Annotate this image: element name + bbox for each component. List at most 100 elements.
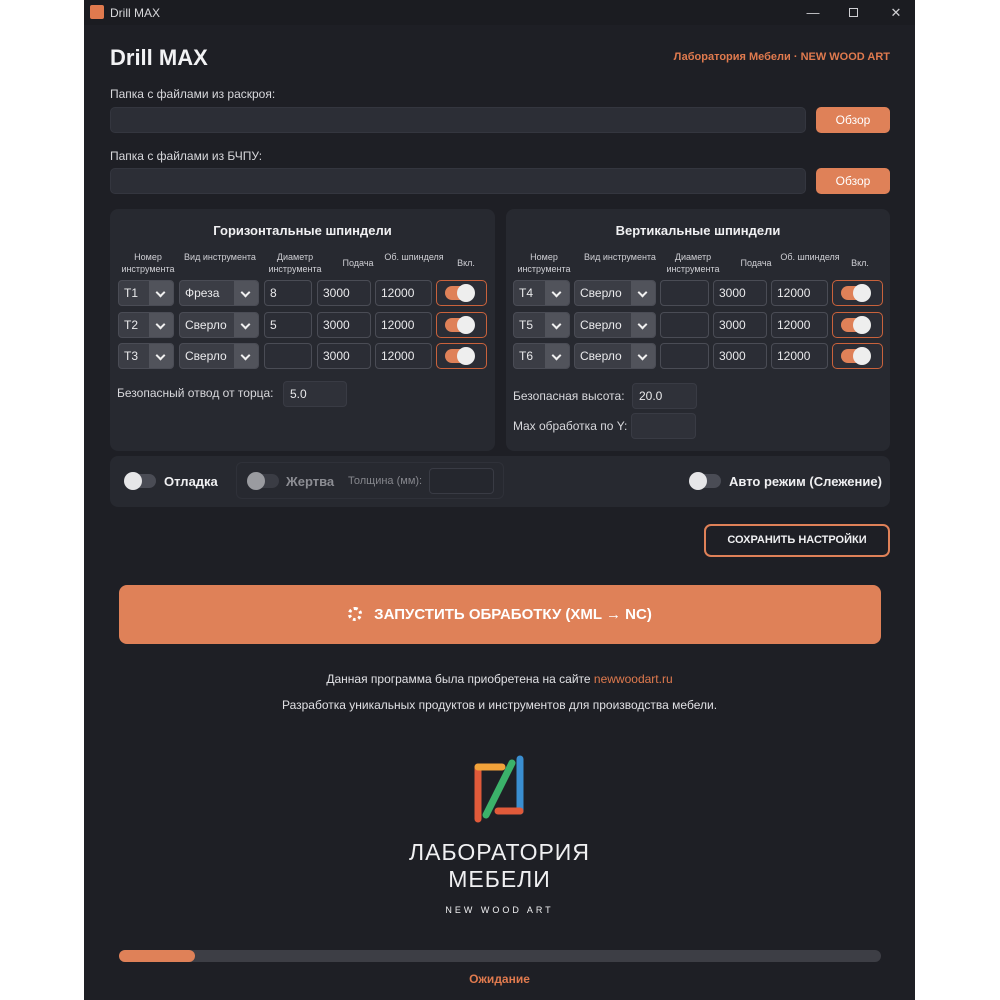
enable-toggle-frame bbox=[832, 280, 883, 306]
horizontal-panel-title: Горизонтальные шпиндели bbox=[213, 223, 392, 238]
feed-input[interactable]: 3000 bbox=[713, 312, 767, 338]
run-processing-label: ЗАПУСТИТЬ ОБРАБОТКУ (XML → NC) bbox=[374, 606, 652, 623]
tool-number-value: T5 bbox=[519, 318, 534, 332]
tool-number-select[interactable]: T4 bbox=[513, 280, 570, 306]
feed-input[interactable]: 3000 bbox=[317, 343, 371, 369]
horizontal-spindles-panel: Горизонтальные шпиндели Номер инструмент… bbox=[110, 209, 495, 451]
enable-toggle[interactable] bbox=[445, 347, 475, 365]
purchase-info: Данная программа была приобретена на сай… bbox=[84, 672, 915, 686]
max-y-input[interactable] bbox=[631, 413, 696, 439]
tool-type-value: Сверло bbox=[580, 349, 622, 363]
col-tool-type: Вид инструмента bbox=[584, 252, 656, 262]
tool-type-select[interactable]: Сверло bbox=[179, 343, 259, 369]
victim-label: Жертва bbox=[286, 474, 335, 489]
enable-toggle-frame bbox=[832, 343, 883, 369]
logo-line-2: МЕБЕЛИ bbox=[448, 866, 551, 892]
tool-type-select[interactable]: Сверло bbox=[179, 312, 259, 338]
enable-toggle-frame bbox=[436, 343, 487, 369]
feed-input[interactable]: 3000 bbox=[317, 312, 371, 338]
gear-icon bbox=[348, 607, 363, 621]
tool-type-value: Сверло bbox=[580, 318, 622, 332]
col-tool-no: Номер инструмента bbox=[517, 252, 571, 274]
vertical-spindles-panel: Вертикальные шпиндели Номер инструмента … bbox=[506, 209, 890, 451]
debug-toggle[interactable] bbox=[124, 472, 156, 490]
enable-toggle[interactable] bbox=[445, 284, 475, 302]
safe-retract-input[interactable]: 5.0 bbox=[283, 381, 347, 407]
close-button[interactable]: ✕ bbox=[881, 3, 911, 22]
cnc-folder-input[interactable] bbox=[110, 168, 806, 194]
col-enabled: Вкл. bbox=[851, 258, 869, 268]
chevron-down-icon bbox=[545, 281, 569, 305]
enable-toggle[interactable] bbox=[841, 347, 871, 365]
diameter-input[interactable] bbox=[264, 343, 312, 369]
chevron-down-icon bbox=[149, 344, 173, 368]
feed-input[interactable]: 3000 bbox=[713, 280, 767, 306]
tool-number-select[interactable]: T1 bbox=[118, 280, 174, 306]
rpm-input[interactable]: 12000 bbox=[375, 280, 432, 306]
run-processing-button[interactable]: ЗАПУСТИТЬ ОБРАБОТКУ (XML → NC) bbox=[119, 585, 881, 644]
cut-folder-input[interactable] bbox=[110, 107, 806, 133]
chevron-down-icon bbox=[234, 281, 258, 305]
auto-mode-toggle[interactable] bbox=[689, 472, 721, 490]
tool-type-select[interactable]: Сверло bbox=[574, 312, 656, 338]
rpm-input[interactable]: 12000 bbox=[375, 312, 432, 338]
tool-number-select[interactable]: T5 bbox=[513, 312, 570, 338]
window-title: Drill MAX bbox=[110, 6, 160, 20]
tool-number-value: T4 bbox=[519, 286, 534, 300]
save-settings-button[interactable]: СОХРАНИТЬ НАСТРОЙКИ bbox=[704, 524, 890, 557]
tool-type-select[interactable]: Фреза bbox=[179, 280, 259, 306]
app-icon bbox=[90, 5, 104, 19]
status-label: Ожидание bbox=[469, 972, 530, 986]
tool-number-select[interactable]: T6 bbox=[513, 343, 570, 369]
chevron-down-icon bbox=[631, 344, 655, 368]
options-panel: Отладка Жертва Толщина (мм): Авто режим … bbox=[110, 456, 890, 507]
feed-input[interactable]: 3000 bbox=[713, 343, 767, 369]
cnc-browse-button[interactable]: Обзор bbox=[816, 168, 890, 194]
tool-type-select[interactable]: Сверло bbox=[574, 280, 656, 306]
maximize-button[interactable] bbox=[838, 3, 868, 22]
safe-height-input[interactable]: 20.0 bbox=[632, 383, 697, 409]
cut-browse-button[interactable]: Обзор bbox=[816, 107, 890, 133]
diameter-input[interactable]: 5 bbox=[264, 312, 312, 338]
tool-type-select[interactable]: Сверло bbox=[574, 343, 656, 369]
cut-folder-label: Папка с файлами из раскроя: bbox=[110, 87, 276, 101]
tool-number-value: T1 bbox=[124, 286, 139, 300]
chevron-down-icon bbox=[234, 344, 258, 368]
rpm-input[interactable]: 12000 bbox=[771, 343, 828, 369]
minimize-button[interactable]: — bbox=[798, 3, 828, 22]
auto-mode-label: Авто режим (Слежение) bbox=[729, 474, 882, 489]
col-tool-type: Вид инструмента bbox=[184, 252, 256, 262]
chevron-down-icon bbox=[631, 313, 655, 337]
rpm-input[interactable]: 12000 bbox=[375, 343, 432, 369]
tool-number-select[interactable]: T2 bbox=[118, 312, 174, 338]
col-rpm: Об. шпинделя bbox=[780, 252, 840, 262]
tool-number-select[interactable]: T3 bbox=[118, 343, 174, 369]
enable-toggle-frame bbox=[832, 312, 883, 338]
website-link[interactable]: newwoodart.ru bbox=[594, 672, 673, 686]
diameter-input[interactable] bbox=[660, 280, 709, 306]
dev-info: Разработка уникальных продуктов и инстру… bbox=[281, 698, 718, 712]
enable-toggle[interactable] bbox=[841, 284, 871, 302]
tool-type-value: Сверло bbox=[580, 286, 622, 300]
enable-toggle-frame bbox=[436, 280, 487, 306]
rpm-input[interactable]: 12000 bbox=[771, 312, 828, 338]
safe-retract-label: Безопасный отвод от торца: bbox=[117, 386, 274, 400]
tool-type-value: Фреза bbox=[185, 286, 220, 300]
chevron-down-icon bbox=[234, 313, 258, 337]
enable-toggle[interactable] bbox=[841, 316, 871, 334]
diameter-input[interactable]: 8 bbox=[264, 280, 312, 306]
debug-label: Отладка bbox=[164, 474, 218, 489]
enable-toggle-frame bbox=[436, 312, 487, 338]
feed-input[interactable]: 3000 bbox=[317, 280, 371, 306]
enable-toggle[interactable] bbox=[445, 316, 475, 334]
victim-toggle[interactable] bbox=[247, 472, 279, 490]
chevron-down-icon bbox=[631, 281, 655, 305]
diameter-input[interactable] bbox=[660, 312, 709, 338]
vertical-panel-title: Вертикальные шпиндели bbox=[615, 223, 781, 238]
purchase-text: Данная программа была приобретена на сай… bbox=[326, 672, 594, 686]
progress-fill bbox=[119, 950, 196, 962]
diameter-input[interactable] bbox=[660, 343, 709, 369]
rpm-input[interactable]: 12000 bbox=[771, 280, 828, 306]
thickness-input[interactable] bbox=[429, 468, 494, 494]
thickness-label: Толщина (мм): bbox=[348, 475, 423, 487]
